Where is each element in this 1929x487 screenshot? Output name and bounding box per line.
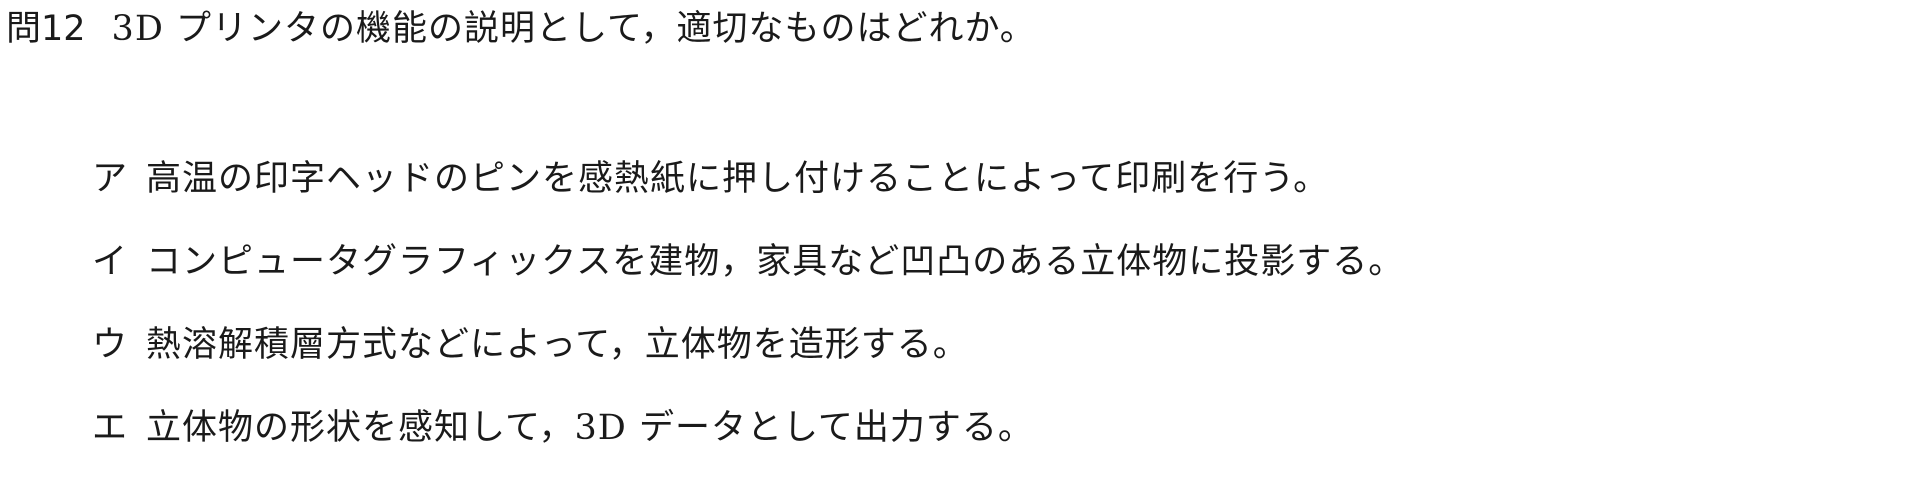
choice-letter: エ: [92, 407, 128, 448]
choice-u[interactable]: ウ 熱溶解積層方式などによって，立体物を造形する。: [92, 318, 1404, 365]
choice-text: 熱溶解積層方式などによって，立体物を造形する。: [146, 324, 969, 365]
choice-letter: イ: [92, 241, 128, 282]
choice-e[interactable]: エ 立体物の形状を感知して，3D データとして出力する。: [92, 401, 1404, 448]
choice-text: コンピュータグラフィックスを建物，家具など凹凸のある立体物に投影する。: [146, 241, 1405, 282]
choice-text: 高温の印字ヘッドのピンを感熱紙に押し付けることによって印刷を行う。: [146, 158, 1330, 199]
choice-a[interactable]: ア 高温の印字ヘッドのピンを感熱紙に押し付けることによって印刷を行う。: [92, 152, 1404, 199]
choice-text: 立体物の形状を感知して，3D データとして出力する。: [146, 407, 1034, 448]
question-text: 3D プリンタの機能の説明として，適切なものはどれか。: [111, 8, 1036, 49]
choice-i[interactable]: イ コンピュータグラフィックスを建物，家具など凹凸のある立体物に投影する。: [92, 235, 1405, 282]
question-header: 問12 3D プリンタの機能の説明として，適切なものはどれか。: [6, 2, 1036, 49]
question-number: 問12: [6, 8, 86, 49]
answer-choices: ア 高温の印字ヘッドのピンを感熱紙に押し付けることによって印刷を行う。 イ コン…: [92, 152, 1404, 484]
choice-letter: ウ: [92, 324, 128, 365]
choice-letter: ア: [92, 158, 128, 199]
